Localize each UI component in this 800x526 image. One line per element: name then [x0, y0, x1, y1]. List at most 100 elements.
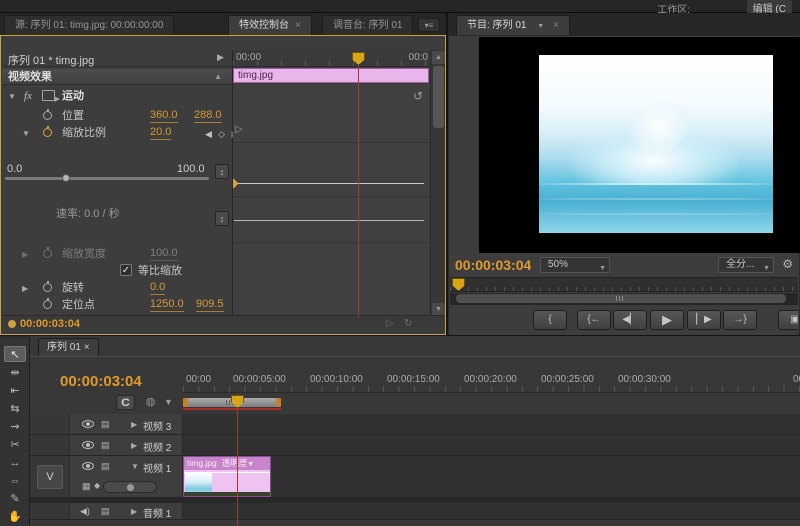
close-icon[interactable]: × [553, 20, 559, 31]
program-timecode[interactable]: 00:00:03:04 [455, 257, 531, 273]
effect-controls-ruler[interactable]: 00:00 00:0 [233, 50, 430, 67]
ripple-edit-tool[interactable]: ⇤ [4, 383, 26, 399]
prev-keyframe-icon[interactable]: ◀ [205, 126, 212, 142]
work-area-end-bracket[interactable] [276, 398, 281, 407]
track-content[interactable] [183, 456, 800, 497]
graph-zoom-widget[interactable]: ↕ [215, 164, 229, 179]
scroll-thumb[interactable] [433, 66, 444, 128]
keyframe-diamond[interactable] [233, 179, 238, 189]
eye-icon[interactable] [82, 420, 94, 428]
clip-effect-label[interactable]: 透明度 [217, 458, 248, 468]
slip-tool[interactable]: ↔ [4, 455, 26, 471]
wrench-settings-icon[interactable]: ⚙ [782, 257, 793, 271]
track-name[interactable]: 视频 3 [143, 418, 171, 433]
add-marker-button[interactable]: { [533, 310, 567, 330]
work-area-start-bracket[interactable] [183, 398, 188, 407]
program-video-area[interactable] [479, 37, 800, 253]
keyframe-graph-area[interactable]: ▷ [233, 84, 430, 317]
set-display-style-icon[interactable]: ▦ [82, 481, 91, 492]
play-button[interactable]: ▶ [650, 310, 684, 330]
chevron-down-icon[interactable]: ▼ [537, 23, 544, 30]
expand-icon[interactable]: ▼ [22, 126, 30, 142]
snap-magnet-icon[interactable]: C [116, 395, 135, 410]
program-horizontal-scrollbar[interactable] [450, 293, 798, 305]
vertical-scrollbar[interactable]: ▲ ▼ [430, 50, 445, 317]
track-select-tool[interactable]: ⇹ [4, 365, 26, 381]
chevron-down-icon[interactable]: ▼ [247, 461, 254, 468]
panel-menu-icon[interactable]: ▾≡ [418, 18, 440, 32]
razor-tool[interactable]: ✂ [4, 437, 26, 453]
tab-source-monitor[interactable]: 源: 序列 01: timg.jpg: 00:00:00:00 [4, 15, 174, 35]
eye-icon[interactable] [82, 441, 94, 449]
rolling-edit-tool[interactable]: ⇆ [4, 401, 26, 417]
set-marker-icon[interactable]: ▼ [160, 395, 177, 410]
toggle-animation-icon[interactable] [43, 283, 52, 292]
toggle-animation-icon[interactable] [43, 300, 52, 309]
expand-icon[interactable]: ▼ [8, 89, 16, 105]
reset-effect-icon[interactable]: ↺ [413, 89, 423, 103]
tab-program-monitor[interactable]: 节目: 序列 01 ▼ × [456, 15, 570, 35]
playhead-line[interactable] [358, 56, 359, 317]
velocity-zoom-widget[interactable]: ↕ [215, 211, 229, 226]
timeline-timecode[interactable]: 00:00:03:04 [60, 373, 142, 390]
track-lock-gutter[interactable] [30, 435, 70, 455]
tab-audio-mixer[interactable]: 调音台: 序列 01 [322, 15, 413, 35]
program-mini-ruler[interactable] [450, 277, 798, 292]
speaker-icon[interactable]: ◀) [80, 506, 90, 517]
clip-timg-jpg[interactable]: timg.jpg透明度▼ [183, 456, 271, 497]
eye-icon[interactable] [82, 462, 94, 470]
close-icon[interactable]: × [84, 342, 90, 353]
hand-tool[interactable]: ✋ [4, 509, 26, 525]
loop-icon[interactable]: ↻ [404, 318, 412, 329]
track-content[interactable] [183, 414, 800, 434]
source-track-indicator[interactable]: V [37, 465, 63, 489]
track-content[interactable] [183, 435, 800, 455]
scroll-up-icon[interactable]: ▲ [432, 51, 445, 64]
expand-icon[interactable]: ▶ [22, 247, 28, 263]
track-lock-gutter[interactable] [30, 503, 70, 519]
go-to-out-button[interactable]: →} [723, 310, 757, 330]
anchor-y-value[interactable]: 909.5 [196, 297, 224, 312]
scroll-thumb[interactable] [456, 294, 786, 303]
video-effects-section-header[interactable]: 视频效果 ▲ [2, 69, 232, 85]
slide-tool[interactable]: ⇔ [4, 473, 26, 489]
expand-icon[interactable]: ▶ [22, 281, 28, 297]
play-audio-icon[interactable]: ▷ [386, 318, 394, 329]
collapse-icon[interactable]: ▲ [214, 69, 222, 85]
add-keyframe-icon[interactable]: ◇ [218, 126, 225, 142]
graph-expand-icon[interactable]: ▷ [235, 124, 243, 135]
step-back-button[interactable]: ◀▏ [613, 310, 647, 330]
show-keyframes-icon[interactable]: ◆ [94, 481, 100, 490]
timeline-ruler[interactable]: 00:00 00:00:05:00 00:00:10:00 00:00:15:0… [183, 373, 800, 393]
track-name[interactable]: 音频 1 [143, 505, 171, 520]
encore-chapter-marker-icon[interactable]: ◍ [142, 395, 159, 410]
track-name[interactable]: 视频 2 [143, 439, 171, 454]
keyframe-navigator[interactable] [103, 481, 157, 493]
track-lock-gutter[interactable] [30, 414, 70, 434]
current-timecode[interactable]: 00:00:03:04 [20, 318, 80, 330]
toggle-animation-icon[interactable] [43, 249, 52, 258]
expand-icon[interactable]: ▶ [131, 507, 137, 516]
motion-effect-row[interactable]: ▼ fx ▶ 运动 [2, 88, 232, 104]
position-y-value[interactable]: 288.0 [194, 108, 222, 123]
scale-value-graph-line[interactable] [234, 183, 424, 184]
track-name[interactable]: 视频 1 [143, 460, 171, 475]
scale-slider-track[interactable] [5, 177, 209, 180]
mini-timeline-clip[interactable]: timg.jpg [233, 68, 429, 83]
scale-value[interactable]: 20.0 [150, 125, 171, 140]
velocity-graph-line[interactable] [234, 220, 424, 221]
selection-tool[interactable]: ↖ [4, 346, 26, 362]
go-to-in-button[interactable]: {← [577, 310, 611, 330]
toggle-animation-icon[interactable] [43, 111, 52, 120]
uniform-scale-checkbox[interactable]: ✓ [120, 264, 132, 276]
export-frame-button[interactable]: ▣ [778, 310, 798, 330]
toggle-animation-icon[interactable] [43, 128, 52, 137]
rotation-value[interactable]: 0.0 [150, 280, 165, 295]
expand-icon[interactable]: ▶ [131, 420, 137, 429]
tab-sequence-01[interactable]: 序列 01 × [38, 338, 99, 356]
anchor-x-value[interactable]: 1250.0 [150, 297, 184, 312]
clip-title-bar[interactable]: timg.jpg透明度▼ [184, 457, 270, 470]
pen-tool[interactable]: ✎ [4, 491, 26, 507]
timeline-playhead-line[interactable] [237, 393, 238, 526]
collapse-icon[interactable]: ▼ [131, 462, 139, 471]
